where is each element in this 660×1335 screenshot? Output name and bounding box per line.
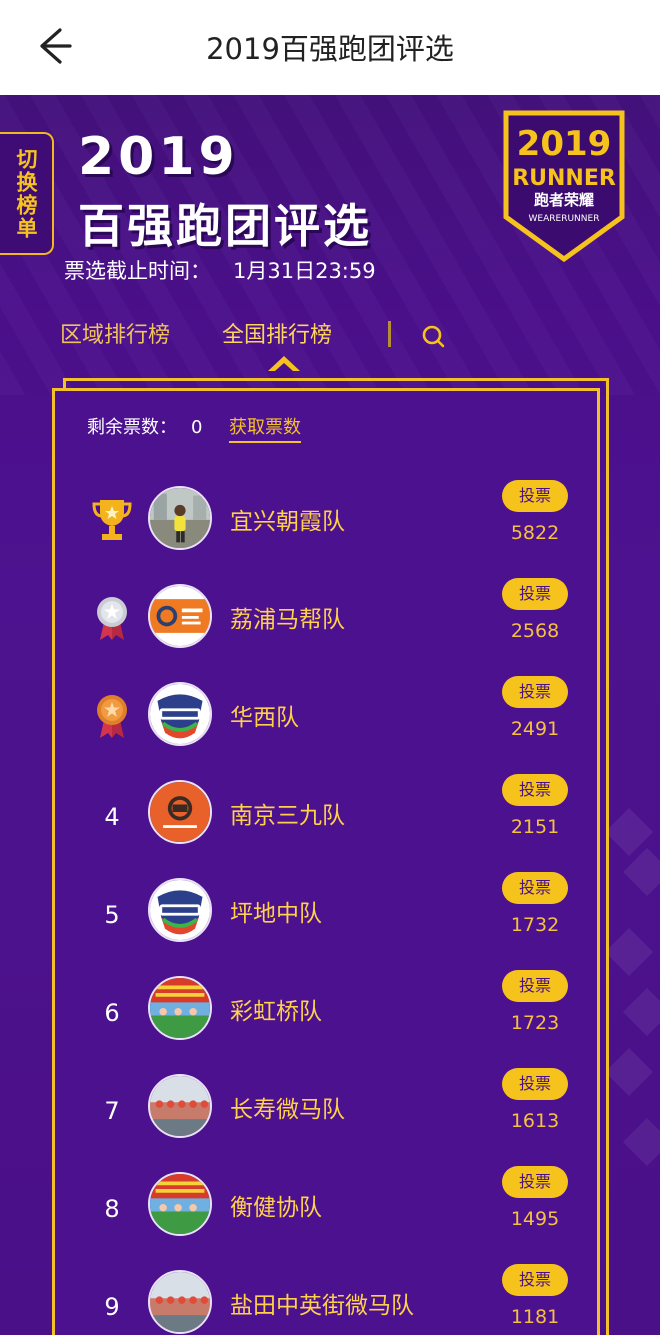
vote-button[interactable]: 投票 — [502, 774, 568, 806]
decor-diamond — [622, 1117, 660, 1167]
team-name[interactable]: 长寿微马队 — [230, 1090, 345, 1124]
tab-region-ranking[interactable]: 区域排行榜 — [60, 317, 170, 349]
deadline-value: 1月31日23:59 — [233, 259, 376, 283]
app-bar: 2019百强跑团评选 — [0, 0, 660, 95]
search-icon[interactable] — [420, 323, 448, 351]
team-name[interactable]: 荔浦马帮队 — [230, 600, 345, 634]
team-avatar[interactable] — [148, 976, 212, 1040]
team-name[interactable]: 彩虹桥队 — [230, 992, 322, 1026]
vote-button[interactable]: 投票 — [502, 578, 568, 610]
vote-count: 2151 — [510, 816, 560, 838]
team-avatar[interactable] — [148, 780, 212, 844]
team-name[interactable]: 坪地中队 — [230, 894, 322, 928]
rank-number: 9 — [104, 1293, 120, 1321]
svg-text:WEARERUNNER: WEARERUNNER — [529, 214, 600, 224]
vote-button[interactable]: 投票 — [502, 1068, 568, 1100]
vote-count: 1181 — [510, 1306, 560, 1328]
vote-button[interactable]: 投票 — [502, 1264, 568, 1296]
team-name[interactable]: 南京三九队 — [230, 796, 345, 830]
silver-medal-icon — [90, 592, 134, 642]
switch-list-button[interactable]: 切换榜单 — [0, 132, 54, 255]
deadline-label: 票选截止时间： — [64, 259, 211, 283]
team-row: 6 彩虹桥队 投票 1723 — [55, 970, 603, 1074]
rank-number: 4 — [104, 803, 120, 831]
vote-button[interactable]: 投票 — [502, 1166, 568, 1198]
vote-count: 2568 — [510, 620, 560, 642]
team-name[interactable]: 衡健协队 — [230, 1188, 322, 1222]
team-row: 4 南京三九队 投票 2151 — [55, 774, 603, 878]
vote-button[interactable]: 投票 — [502, 676, 568, 708]
runner-badge-logo: 2019 RUNNER 跑者荣耀 WEARERUNNER — [503, 110, 625, 263]
vote-count: 1732 — [510, 914, 560, 936]
decor-diamond — [604, 1047, 654, 1097]
rank-number: 7 — [104, 1097, 120, 1125]
team-avatar[interactable] — [148, 1172, 212, 1236]
team-row: 荔浦马帮队 投票 2568 — [55, 578, 603, 682]
gold-trophy-icon — [90, 494, 134, 544]
svg-text:2019: 2019 — [517, 124, 612, 164]
vote-count: 1613 — [510, 1110, 560, 1132]
team-row: 9 盐田中英街微马队 投票 1181 — [55, 1264, 603, 1335]
team-avatar[interactable] — [148, 1270, 212, 1334]
tab-national-ranking[interactable]: 全国排行榜 — [222, 317, 332, 349]
ranking-tabs: 区域排行榜 全国排行榜 — [0, 305, 660, 371]
svg-text:RUNNER: RUNNER — [512, 166, 616, 191]
team-row: 华西队 投票 2491 — [55, 676, 603, 780]
get-votes-link[interactable]: 获取票数 — [229, 413, 301, 443]
vote-count: 2491 — [510, 718, 560, 740]
vote-count: 1495 — [510, 1208, 560, 1230]
remaining-votes: 剩余票数： 0 — [87, 413, 202, 439]
team-avatar[interactable] — [148, 682, 212, 746]
tab-divider — [388, 321, 391, 347]
team-name[interactable]: 盐田中英街微马队 — [230, 1286, 414, 1320]
active-tab-caret-icon — [268, 356, 300, 371]
remaining-votes-label: 剩余票数： — [87, 417, 177, 438]
rank-number: 6 — [104, 999, 120, 1027]
bronze-medal-icon — [90, 690, 134, 740]
svg-text:跑者荣耀: 跑者荣耀 — [534, 191, 594, 209]
decor-diamond — [622, 987, 660, 1037]
team-name[interactable]: 宜兴朝霞队 — [230, 502, 345, 536]
team-row: 宜兴朝霞队 投票 5822 — [55, 480, 603, 584]
vote-button[interactable]: 投票 — [502, 872, 568, 904]
team-avatar[interactable] — [148, 878, 212, 942]
ranking-panel: 剩余票数： 0 获取票数 宜兴朝霞队 投票 5822 荔浦马帮队 投票 2568 华西队 投票 2… — [52, 388, 600, 1335]
headline-year: 2019 — [78, 127, 239, 187]
rank-number: 8 — [104, 1195, 120, 1223]
team-row: 8 衡健协队 投票 1495 — [55, 1166, 603, 1270]
team-avatar[interactable] — [148, 584, 212, 648]
vote-deadline: 票选截止时间： 1月31日23:59 — [64, 255, 376, 285]
team-name[interactable]: 华西队 — [230, 698, 299, 732]
vote-button[interactable]: 投票 — [502, 970, 568, 1002]
headline-title: 百强跑团评选 — [78, 199, 372, 253]
vote-button[interactable]: 投票 — [502, 480, 568, 512]
team-avatar[interactable] — [148, 1074, 212, 1138]
rank-number: 5 — [104, 901, 120, 929]
vote-count: 5822 — [510, 522, 560, 544]
team-row: 5 坪地中队 投票 1732 — [55, 872, 603, 976]
hero-section: 切换榜单 2019 百强跑团评选 票选截止时间： 1月31日23:59 2019 … — [0, 95, 660, 1335]
team-row: 7 长寿微马队 投票 1613 — [55, 1068, 603, 1172]
decor-diamond — [604, 927, 654, 977]
page-title: 2019百强跑团评选 — [206, 32, 454, 66]
vote-count: 1723 — [510, 1012, 560, 1034]
team-avatar[interactable] — [148, 486, 212, 550]
remaining-votes-value: 0 — [191, 417, 203, 438]
